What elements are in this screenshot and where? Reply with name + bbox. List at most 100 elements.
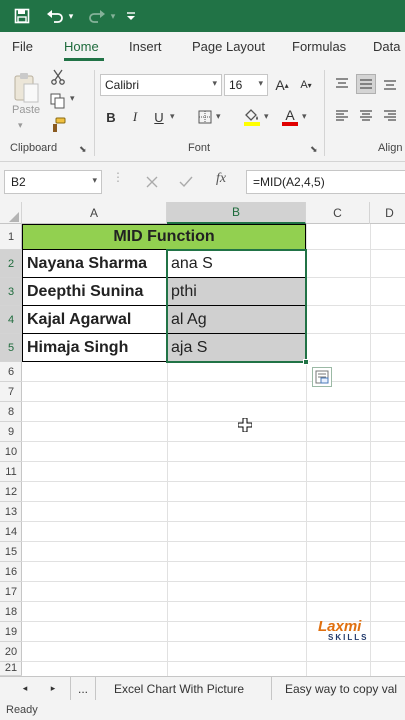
column-header-d[interactable]: D [370, 202, 405, 224]
row-header[interactable]: 17 [0, 582, 22, 602]
tab-insert[interactable]: Insert [129, 39, 162, 54]
tab-formulas[interactable]: Formulas [292, 39, 346, 54]
result-cell[interactable]: ana S [167, 250, 306, 278]
undo-icon[interactable] [44, 4, 66, 28]
align-top-icon[interactable] [332, 74, 352, 94]
row-header[interactable]: 18 [0, 602, 22, 622]
row-header[interactable]: 16 [0, 562, 22, 582]
copy-dropdown-icon[interactable]: ▾ [70, 93, 75, 104]
row-header[interactable]: 19 [0, 622, 22, 642]
result-cell[interactable]: aja S [167, 334, 306, 362]
increase-font-size-button[interactable]: A ▴ [272, 74, 292, 96]
table-title-cell[interactable]: MID Function [22, 224, 306, 250]
chevron-down-icon[interactable] [124, 4, 138, 28]
font-launcher-icon[interactable]: ⬊ [310, 144, 318, 155]
font-color-dropdown-icon[interactable]: ▾ [302, 111, 307, 122]
row-header[interactable]: 11 [0, 462, 22, 482]
borders-dropdown-icon[interactable]: ▾ [216, 111, 221, 122]
column-header-b[interactable]: B [167, 202, 306, 224]
insert-function-icon[interactable]: fx [216, 171, 226, 187]
name-box[interactable]: B2 ▾ [4, 170, 102, 194]
cancel-icon[interactable] [142, 172, 162, 192]
row-header[interactable]: 3 [0, 278, 22, 306]
result-cell[interactable]: al Ag [167, 306, 306, 334]
gridline [22, 421, 405, 422]
row-header[interactable]: 7 [0, 382, 22, 402]
tab-data[interactable]: Data [373, 39, 400, 54]
row-header[interactable]: 21 [0, 662, 22, 676]
row-header[interactable]: 13 [0, 502, 22, 522]
italic-button[interactable]: I [126, 106, 144, 128]
align-left-icon[interactable] [332, 106, 352, 126]
row-header[interactable]: 5 [0, 334, 22, 362]
row-header[interactable]: 9 [0, 422, 22, 442]
gridline [22, 521, 405, 522]
sheet-tab[interactable]: Excel Chart With Picture [96, 677, 272, 700]
worksheet-grid[interactable]: MID Function Nayana Sharma ana S Deepthi… [22, 224, 405, 676]
scroll-right-icon[interactable]: ▸ [44, 677, 62, 700]
row-headers: 1 2 3 4 5 6 7 8 9 10 11 12 13 14 15 16 1… [0, 224, 22, 676]
formula-input[interactable]: =MID(A2,4,5) [246, 170, 405, 194]
column-headers: A B C D [0, 202, 405, 224]
row-header[interactable]: 12 [0, 482, 22, 502]
font-color-button[interactable]: A [280, 106, 300, 128]
sheet-tab[interactable]: Easy way to copy val [272, 677, 405, 700]
name-cell[interactable]: Himaja Singh [22, 334, 168, 362]
row-header[interactable]: 15 [0, 542, 22, 562]
tab-file[interactable]: File [12, 39, 33, 54]
chevron-down-icon: ▾ [258, 78, 263, 88]
column-header-c[interactable]: C [306, 202, 370, 224]
clipboard-launcher-icon[interactable]: ⬊ [79, 144, 87, 155]
result-cell[interactable]: pthi [167, 278, 306, 306]
row-header[interactable]: 8 [0, 402, 22, 422]
more-sheets-button[interactable]: ... [70, 677, 96, 700]
row-header[interactable]: 2 [0, 250, 22, 278]
align-center-icon[interactable] [356, 106, 376, 126]
redo-dropdown-icon[interactable]: ▾ [108, 4, 118, 28]
tab-home[interactable]: Home [64, 39, 99, 54]
gridline [22, 461, 405, 462]
decrease-font-size-button[interactable]: A ▾ [296, 74, 316, 96]
font-size-combo[interactable]: 16 ▾ [224, 74, 268, 96]
row-header[interactable]: 4 [0, 306, 22, 334]
underline-button[interactable]: U [150, 106, 168, 128]
bold-button[interactable]: B [102, 106, 120, 128]
row-header[interactable]: 14 [0, 522, 22, 542]
redo-icon[interactable] [86, 4, 108, 28]
save-icon[interactable] [10, 4, 34, 28]
column-header-a[interactable]: A [22, 202, 167, 224]
copy-icon[interactable] [48, 91, 68, 111]
chevron-down-icon[interactable]: ▾ [92, 175, 97, 186]
fill-handle[interactable] [303, 359, 309, 365]
cut-icon[interactable] [48, 67, 68, 87]
enter-icon[interactable] [176, 172, 196, 192]
align-bottom-icon[interactable] [380, 74, 400, 94]
quick-analysis-icon[interactable] [312, 367, 332, 387]
select-all-corner[interactable] [0, 202, 22, 224]
row-header[interactable]: 6 [0, 362, 22, 382]
font-name-combo[interactable]: Calibri ▾ [100, 74, 222, 96]
scroll-left-icon[interactable]: ◂ [16, 677, 34, 700]
more-options-icon[interactable]: ⋮ [112, 170, 124, 184]
paste-dropdown-icon[interactable]: ▾ [18, 120, 23, 131]
row-header[interactable]: 1 [0, 224, 22, 250]
align-middle-icon[interactable] [356, 74, 376, 94]
gridline [22, 581, 405, 582]
fill-color-icon[interactable] [242, 106, 262, 128]
row-header[interactable]: 20 [0, 642, 22, 662]
undo-dropdown-icon[interactable]: ▾ [66, 4, 76, 28]
align-right-icon[interactable] [380, 106, 400, 126]
name-cell[interactable]: Deepthi Sunina [22, 278, 168, 306]
fill-color-dropdown-icon[interactable]: ▾ [264, 111, 269, 122]
borders-icon[interactable] [196, 107, 214, 127]
paste-label[interactable]: Paste [12, 104, 40, 116]
name-cell[interactable]: Kajal Agarwal [22, 306, 168, 334]
name-cell[interactable]: Nayana Sharma [22, 250, 168, 278]
underline-dropdown-icon[interactable]: ▾ [170, 111, 175, 122]
tab-page-layout[interactable]: Page Layout [192, 39, 265, 54]
format-painter-icon[interactable] [48, 115, 68, 135]
name-box-value: B2 [11, 175, 26, 189]
caret-up-icon: ▴ [284, 80, 289, 90]
paste-icon[interactable] [10, 68, 42, 108]
row-header[interactable]: 10 [0, 442, 22, 462]
